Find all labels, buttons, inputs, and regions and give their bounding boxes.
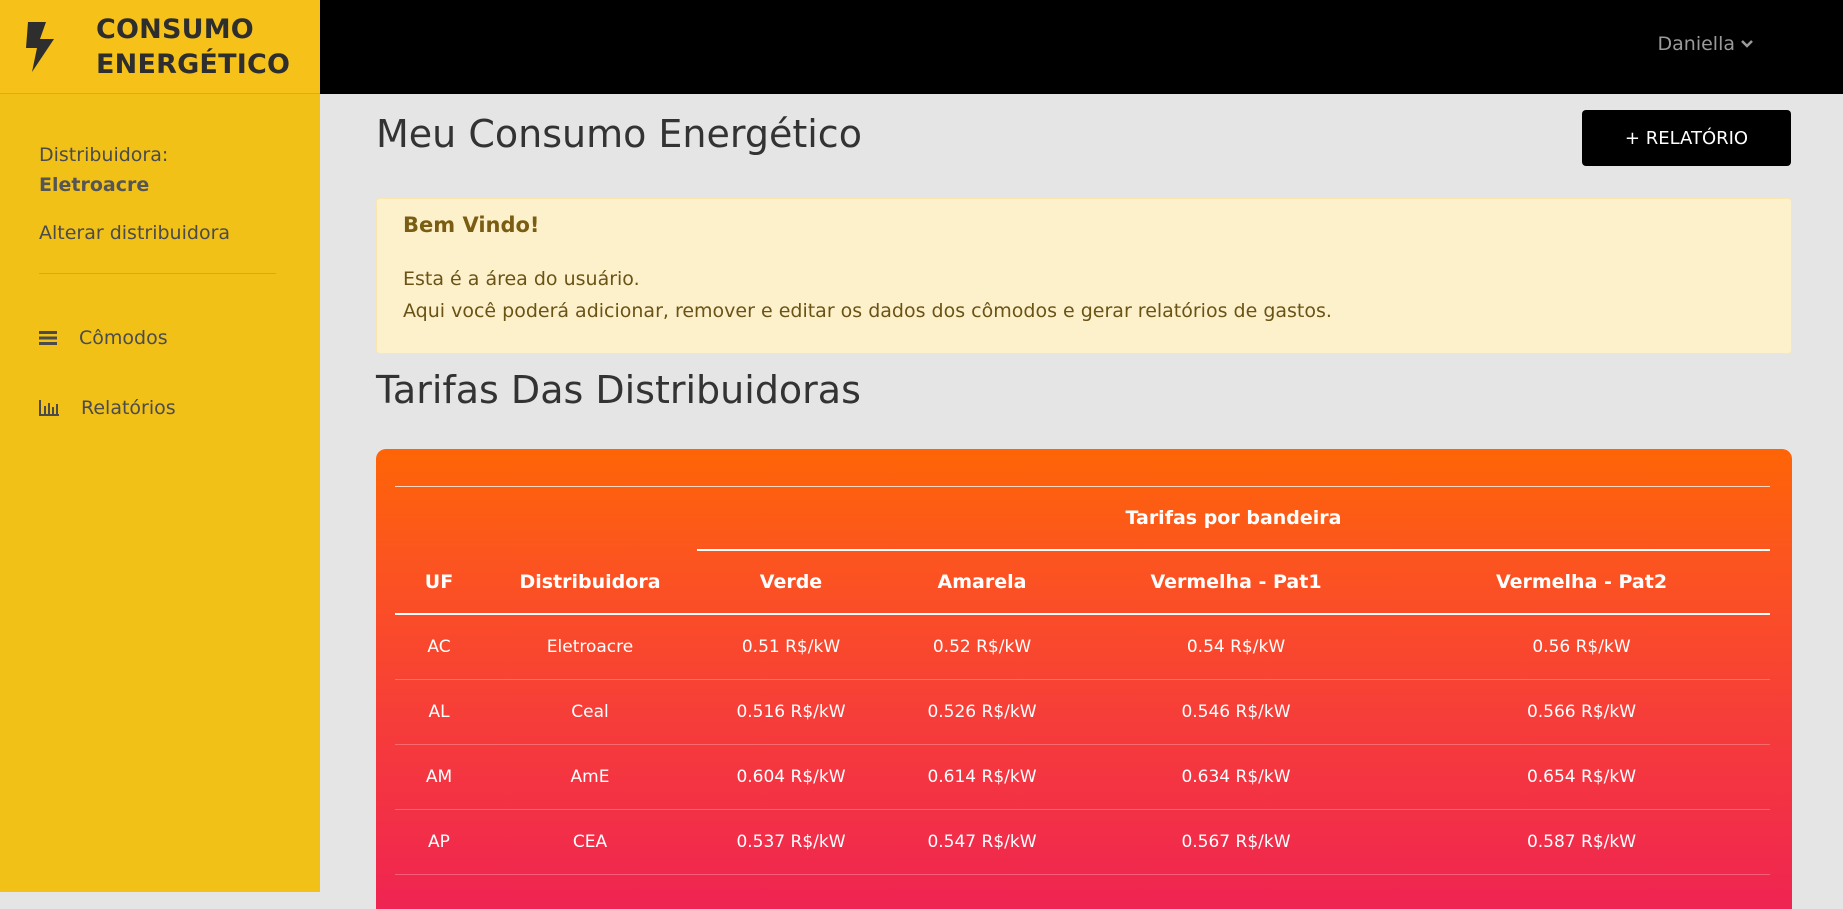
table-cell: 0.566 R$/kW bbox=[1393, 679, 1770, 745]
column-header-vermelha-pat2: Vermelha - Pat2 bbox=[1393, 550, 1770, 615]
tariffs-table: Tarifas por bandeira UF Distribuidora Ve… bbox=[395, 486, 1770, 875]
table-cell: 0.56 R$/kW bbox=[1393, 614, 1770, 680]
table-row: AP CEA 0.537 R$/kW 0.547 R$/kW 0.567 R$/… bbox=[395, 809, 1770, 875]
column-header-uf: UF bbox=[395, 550, 483, 615]
table-cell: 0.567 R$/kW bbox=[1079, 809, 1393, 875]
table-cell: AL bbox=[395, 679, 483, 745]
sidebar-item-comodos[interactable]: Cômodos bbox=[39, 318, 320, 358]
page-title: Meu Consumo Energético bbox=[376, 112, 862, 156]
brand-title-line2: ENERGÉTICO bbox=[96, 48, 291, 80]
sidebar-item-label: Relatórios bbox=[81, 397, 176, 419]
group-header: Tarifas por bandeira bbox=[697, 486, 1770, 551]
table-cell: 0.526 R$/kW bbox=[885, 679, 1079, 745]
table-row: AC Eletroacre 0.51 R$/kW 0.52 R$/kW 0.54… bbox=[395, 614, 1770, 680]
list-icon bbox=[39, 331, 57, 345]
change-distributor-link[interactable]: Alterar distribuidora bbox=[39, 218, 320, 248]
table-cell: 0.516 R$/kW bbox=[697, 679, 885, 745]
table-cell: Ceal bbox=[483, 679, 697, 745]
sidebar-item-relatorios[interactable]: Relatórios bbox=[39, 388, 320, 428]
distributor-label: Distribuidora: bbox=[39, 144, 169, 166]
distributor-info: Distribuidora: Eletroacre Alterar distri… bbox=[0, 94, 320, 248]
sidebar-item-label: Cômodos bbox=[79, 327, 168, 349]
column-header-amarela: Amarela bbox=[885, 550, 1079, 615]
chevron-down-icon bbox=[1741, 40, 1753, 48]
table-row: AL Ceal 0.516 R$/kW 0.526 R$/kW 0.546 R$… bbox=[395, 679, 1770, 745]
column-header-verde: Verde bbox=[697, 550, 885, 615]
table-cell: 0.587 R$/kW bbox=[1393, 809, 1770, 875]
alert-heading: Bem Vindo! bbox=[403, 213, 540, 237]
table-cell: Eletroacre bbox=[483, 614, 697, 680]
table-cell: CEA bbox=[483, 809, 697, 875]
table-cell: AC bbox=[395, 614, 483, 680]
brand-title: CONSUMO ENERGÉTICO bbox=[96, 12, 290, 82]
table-cell: 0.634 R$/kW bbox=[1079, 744, 1393, 810]
table-cell: AP bbox=[395, 809, 483, 875]
table-cell: 0.52 R$/kW bbox=[885, 614, 1079, 680]
top-navbar: Daniella bbox=[320, 0, 1843, 94]
lightning-bolt-icon bbox=[26, 21, 54, 72]
brand[interactable]: CONSUMO ENERGÉTICO bbox=[0, 0, 320, 94]
table-cell: 0.54 R$/kW bbox=[1079, 614, 1393, 680]
table-cell: 0.604 R$/kW bbox=[697, 744, 885, 810]
table-cell: 0.537 R$/kW bbox=[697, 809, 885, 875]
distributor-name: Eletroacre bbox=[39, 174, 150, 196]
user-menu[interactable]: Daniella bbox=[1658, 33, 1753, 55]
table-cell: 0.614 R$/kW bbox=[885, 744, 1079, 810]
tariffs-table-card: Tarifas por bandeira UF Distribuidora Ve… bbox=[376, 449, 1792, 909]
sidebar: CONSUMO ENERGÉTICO Distribuidora: Eletro… bbox=[0, 0, 320, 892]
table-cell: 0.546 R$/kW bbox=[1079, 679, 1393, 745]
section-title: Tarifas Das Distribuidoras bbox=[376, 368, 861, 412]
table-cell: 0.547 R$/kW bbox=[885, 809, 1079, 875]
column-header-distribuidora: Distribuidora bbox=[483, 550, 697, 615]
welcome-alert: Bem Vindo! Esta é a área do usuário. Aqu… bbox=[376, 198, 1792, 354]
table-cell: 0.654 R$/kW bbox=[1393, 744, 1770, 810]
group-header-spacer bbox=[395, 487, 697, 551]
add-report-button[interactable]: + RELATÓRIO bbox=[1582, 110, 1791, 166]
bar-chart-icon bbox=[39, 400, 59, 416]
table-row: AM AmE 0.604 R$/kW 0.614 R$/kW 0.634 R$/… bbox=[395, 744, 1770, 810]
table-cell: AM bbox=[395, 744, 483, 810]
sidebar-nav: Cômodos Relatórios bbox=[0, 274, 320, 428]
table-cell: 0.51 R$/kW bbox=[697, 614, 885, 680]
brand-title-line1: CONSUMO bbox=[96, 13, 254, 45]
alert-line-1: Esta é a área do usuário. bbox=[403, 268, 640, 290]
alert-line-2: Aqui você poderá adicionar, remover e ed… bbox=[403, 300, 1332, 322]
column-header-vermelha-pat1: Vermelha - Pat1 bbox=[1079, 550, 1393, 615]
table-cell: AmE bbox=[483, 744, 697, 810]
user-name: Daniella bbox=[1657, 33, 1735, 55]
